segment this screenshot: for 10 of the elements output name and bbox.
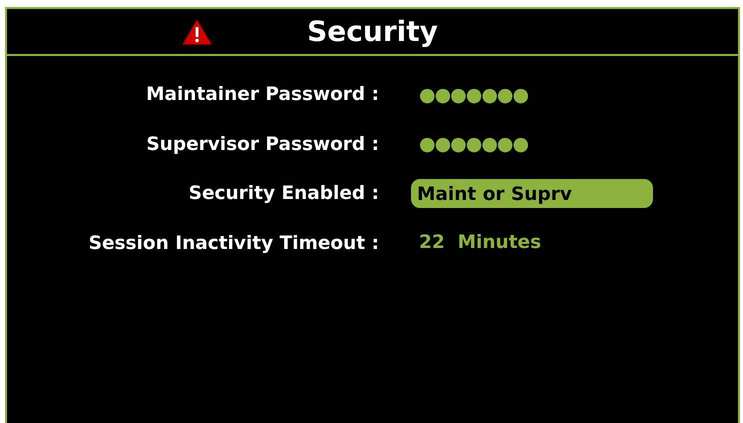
screen-title: Security [307,14,438,50]
warning-icon [182,19,212,45]
field-label: Security Enabled : [188,182,379,206]
field-label: Maintainer Password : [145,83,379,107]
field-label: Supervisor Password : [145,132,379,156]
password-field[interactable]: ●●●●●●● [411,80,528,109]
field-value: 22 Minutes [418,231,542,256]
dropdown-field[interactable]: Maint or Suprv [411,179,653,208]
field-label: Session Inactivity Timeout : [88,232,379,256]
password-field[interactable]: ●●●●●●● [411,130,528,158]
